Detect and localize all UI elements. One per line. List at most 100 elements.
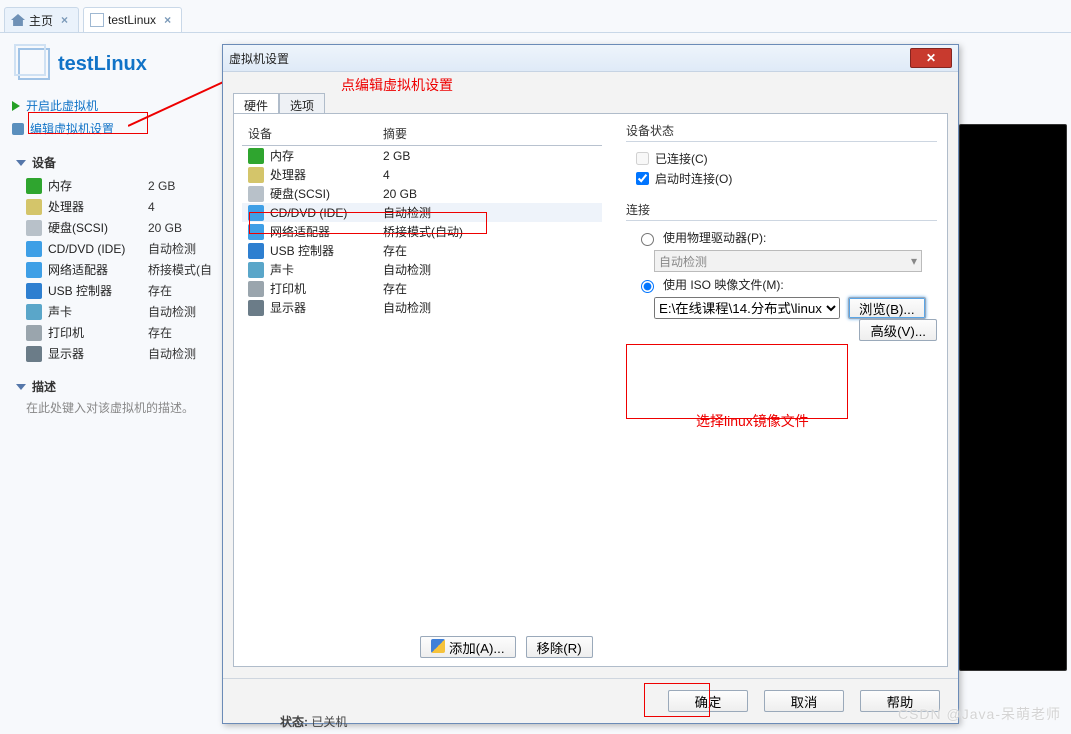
hardware-icon (248, 186, 264, 202)
device-value: 桥接模式(自 (148, 261, 212, 278)
device-row[interactable]: USB 控制器存在 (10, 280, 220, 301)
connect-on-power-input[interactable] (636, 172, 649, 185)
connected-label: 已连接(C) (655, 150, 708, 167)
device-icon (26, 199, 42, 215)
dialog-titlebar[interactable]: 虚拟机设置 ✕ (223, 45, 958, 72)
devices-label: 设备 (32, 154, 56, 171)
hardware-row[interactable]: USB 控制器存在 (242, 241, 602, 260)
physical-drive-value: 自动检测 (659, 253, 707, 270)
hardware-icon (248, 281, 264, 297)
physical-drive-combo: 自动检测 ▾ (654, 250, 922, 272)
edit-settings-link[interactable]: 编辑虚拟机设置 (10, 117, 220, 140)
description-label: 描述 (32, 378, 56, 395)
section-devices[interactable]: 设备 (16, 154, 220, 171)
vm-icon (90, 13, 104, 27)
browse-button[interactable]: 浏览(B)... (848, 297, 926, 319)
hardware-summary: 2 GB (383, 149, 602, 163)
connected-checkbox[interactable]: 已连接(C) (636, 150, 937, 167)
status-label: 状态: (280, 715, 308, 729)
hardware-icon (248, 224, 264, 240)
device-name: 硬盘(SCSI) (48, 219, 148, 236)
hardware-summary: 存在 (383, 242, 602, 259)
workspace: 主页 × testLinux × testLinux 开启此虚拟机 编辑虚拟机设… (0, 0, 1071, 734)
hardware-icon (248, 167, 264, 183)
chevron-down-icon: ▾ (911, 254, 917, 268)
hardware-icon (248, 205, 264, 221)
tab-underline (0, 32, 1071, 33)
hardware-rows: 内存2 GB处理器4硬盘(SCSI)20 GBCD/DVD (IDE)自动检测网… (242, 146, 602, 317)
device-icon (26, 304, 42, 320)
power-on-label: 开启此虚拟机 (26, 97, 98, 114)
hardware-row[interactable]: 处理器4 (242, 165, 602, 184)
hardware-summary: 桥接模式(自动) (383, 223, 602, 240)
device-row[interactable]: 打印机存在 (10, 322, 220, 343)
device-name: 网络适配器 (48, 261, 148, 278)
hardware-icon (248, 262, 264, 278)
tab-vm-label: testLinux (108, 13, 156, 27)
device-row[interactable]: 声卡自动检测 (10, 301, 220, 322)
hardware-panel: 设备 摘要 内存2 GB处理器4硬盘(SCSI)20 GBCD/DVD (IDE… (242, 122, 602, 622)
device-icon (26, 262, 42, 278)
tab-home-label: 主页 (29, 12, 53, 29)
shield-icon (431, 639, 445, 653)
hardware-summary: 自动检测 (383, 299, 602, 316)
device-name: 处理器 (48, 198, 148, 215)
device-row[interactable]: 显示器自动检测 (10, 343, 220, 364)
hardware-row[interactable]: 内存2 GB (242, 146, 602, 165)
device-name: USB 控制器 (48, 282, 148, 299)
device-row[interactable]: 网络适配器桥接模式(自 (10, 259, 220, 280)
hardware-row[interactable]: CD/DVD (IDE)自动检测 (242, 203, 602, 222)
cancel-button[interactable]: 取消 (764, 690, 844, 712)
tab-vm[interactable]: testLinux × (83, 7, 182, 32)
description-hint[interactable]: 在此处键入对该虚拟机的描述。 (26, 399, 220, 416)
device-row[interactable]: CD/DVD (IDE)自动检测 (10, 238, 220, 259)
use-physical-input[interactable] (641, 233, 654, 246)
hardware-row[interactable]: 网络适配器桥接模式(自动) (242, 222, 602, 241)
tab-vm-close[interactable]: × (164, 13, 171, 27)
hardware-row[interactable]: 硬盘(SCSI)20 GB (242, 184, 602, 203)
device-row[interactable]: 处理器4 (10, 196, 220, 217)
advanced-button[interactable]: 高级(V)... (859, 319, 937, 341)
device-value: 存在 (148, 282, 172, 299)
hardware-row[interactable]: 声卡自动检测 (242, 260, 602, 279)
add-button[interactable]: 添加(A)... (420, 636, 516, 658)
left-pane: testLinux 开启此虚拟机 编辑虚拟机设置 设备 内存2 GB处理器4硬盘… (10, 42, 220, 416)
iso-path-combo[interactable]: E:\在线课程\14.分布式\linux (654, 297, 840, 319)
device-list: 内存2 GB处理器4硬盘(SCSI)20 GBCD/DVD (IDE)自动检测网… (10, 175, 220, 364)
connect-on-power-checkbox[interactable]: 启动时连接(O) (636, 170, 937, 187)
use-iso-input[interactable] (641, 280, 654, 293)
device-value: 自动检测 (148, 240, 196, 257)
tab-home[interactable]: 主页 × (4, 7, 79, 32)
hardware-name: CD/DVD (IDE) (270, 206, 383, 220)
device-row[interactable]: 硬盘(SCSI)20 GB (10, 217, 220, 238)
device-value: 2 GB (148, 179, 175, 193)
device-row[interactable]: 内存2 GB (10, 175, 220, 196)
connect-on-power-label: 启动时连接(O) (655, 170, 732, 187)
vm-title: testLinux (18, 48, 220, 80)
device-state-title: 设备状态 (626, 122, 937, 142)
tab-strip: 主页 × testLinux × (4, 4, 1071, 32)
annotation-iso-hint: 选择linux镜像文件 (696, 411, 937, 431)
dialog-body: 设备 摘要 内存2 GB处理器4硬盘(SCSI)20 GBCD/DVD (IDE… (233, 113, 948, 667)
dialog-close-button[interactable]: ✕ (910, 48, 952, 68)
vm-settings-dialog: 虚拟机设置 ✕ 点编辑虚拟机设置 硬件 选项 设备 摘要 内存2 GB处理器4硬… (222, 44, 959, 724)
use-physical-radio[interactable]: 使用物理驱动器(P): (636, 229, 937, 246)
ok-button[interactable]: 确定 (668, 690, 748, 712)
power-on-link[interactable]: 开启此虚拟机 (10, 94, 220, 117)
hardware-row[interactable]: 显示器自动检测 (242, 298, 602, 317)
caret-icon (16, 160, 26, 166)
tab-home-close[interactable]: × (61, 13, 68, 27)
section-description[interactable]: 描述 (16, 378, 220, 395)
vm-actions: 开启此虚拟机 编辑虚拟机设置 (10, 94, 220, 140)
device-icon (26, 346, 42, 362)
hardware-row[interactable]: 打印机存在 (242, 279, 602, 298)
hardware-summary: 20 GB (383, 187, 602, 201)
hardware-name: 硬盘(SCSI) (270, 185, 383, 202)
device-value: 4 (148, 200, 155, 214)
hardware-summary: 自动检测 (383, 261, 602, 278)
col-summary: 摘要 (383, 125, 602, 142)
col-device: 设备 (248, 125, 383, 142)
vm-title-icon (18, 48, 50, 80)
remove-button[interactable]: 移除(R) (526, 636, 593, 658)
use-iso-radio[interactable]: 使用 ISO 映像文件(M): (636, 276, 937, 293)
